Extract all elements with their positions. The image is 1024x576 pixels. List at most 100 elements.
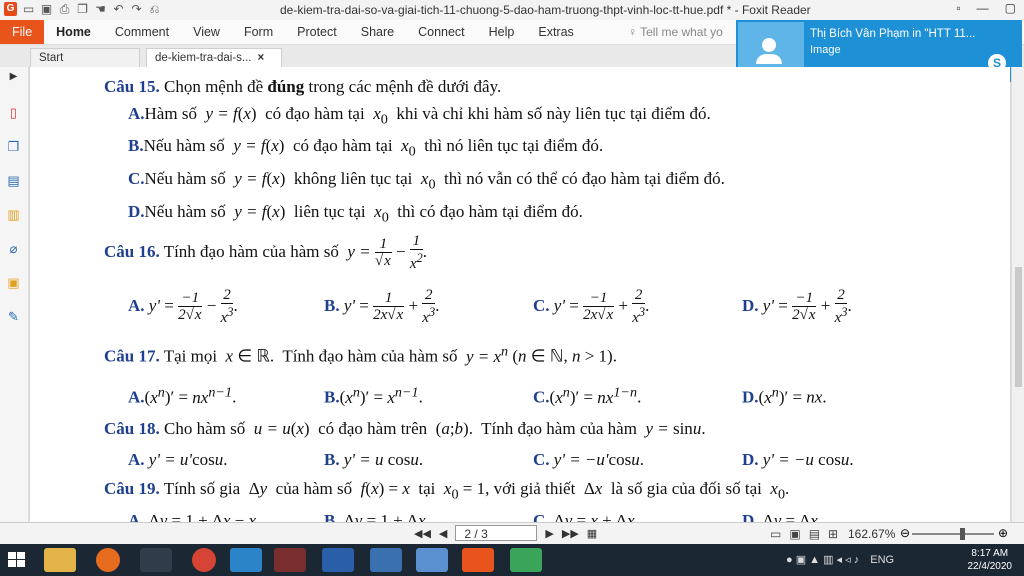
q15-option-d: D.Nếu hàm số y = f(x) liên tục tại x0 th…: [128, 202, 583, 226]
menu-home[interactable]: Home: [44, 20, 103, 44]
print-icon[interactable]: ⎙: [58, 2, 71, 16]
media-icon[interactable]: [140, 548, 172, 572]
q19-option-d: D. Δy = Δx: [742, 511, 818, 522]
paint-icon[interactable]: [416, 548, 448, 572]
page-number-input[interactable]: 2 / 3: [455, 525, 538, 541]
tab-start[interactable]: Start: [30, 48, 140, 67]
tab-document[interactable]: de-kiem-tra-dai-s... ×: [146, 48, 282, 67]
window-title: de-kiem-tra-dai-so-va-giai-tich-11-chuon…: [280, 3, 811, 17]
q16-option-c: C. y' = −1 2x√x + 2 x3.: [533, 287, 650, 326]
q17-option-c: C.(xn)′ = nx1−n.: [533, 384, 642, 407]
next-page-icon[interactable]: ▶: [545, 527, 553, 540]
menu-file[interactable]: File: [0, 20, 45, 44]
system-tray: ● ▣ ▲ ▥ ◂ ◃ ♪ ENG: [786, 553, 894, 566]
stamp-icon[interactable]: ⎌: [148, 2, 161, 16]
save-icon[interactable]: ▣: [40, 2, 53, 16]
q18-option-c: C. y' = −u'cosu.: [533, 450, 644, 469]
word-icon[interactable]: [322, 548, 354, 572]
facing-page-icon[interactable]: ▣: [789, 527, 800, 541]
menu-comment[interactable]: Comment: [103, 20, 181, 44]
q16-option-d: D. y' = −1 2√x + 2 x3.: [742, 287, 852, 326]
question-16: Câu 16. Tính đạo hàm của hàm số y = 1 √x …: [104, 233, 428, 272]
layers-icon[interactable]: ▤: [6, 173, 21, 188]
windows-start-icon[interactable]: [8, 552, 26, 568]
file-explorer-icon[interactable]: [44, 548, 76, 572]
notification-subtitle: Image: [810, 44, 841, 56]
copy-icon[interactable]: ❐: [76, 2, 89, 16]
menu-help[interactable]: Help: [477, 20, 527, 44]
redo-icon[interactable]: ↷: [130, 2, 143, 16]
maximize-icon[interactable]: ▢: [1005, 1, 1016, 15]
q15-option-b: B.Nếu hàm số y = f(x) có đạo hàm tại x0 …: [128, 136, 604, 160]
zoom-level[interactable]: 162.67%: [848, 527, 895, 541]
q19-option-b: B. Δy = 1 + Δx: [324, 511, 426, 522]
pages-icon[interactable]: ❐: [6, 139, 21, 154]
menu-form[interactable]: Form: [232, 20, 285, 44]
page-navigation: ◀◀ ◀ 2 / 3 ▶ ▶▶ ▦: [414, 525, 597, 541]
minimize-icon[interactable]: —: [977, 1, 989, 15]
menu-protect[interactable]: Protect: [285, 20, 349, 44]
undo-icon[interactable]: ↶: [112, 2, 125, 16]
chrome-icon[interactable]: [192, 548, 216, 572]
comments-icon[interactable]: ▥: [6, 207, 21, 222]
clock[interactable]: 8:17 AM 22/4/2020: [968, 547, 1013, 573]
q15-option-a: A.Hàm số y = f(x) có đạo hàm tại x0 khi …: [128, 104, 711, 128]
zoom-slider-knob[interactable]: [960, 528, 965, 540]
title-bar: G ▭ ▣ ⎙ ❐ ☚ ↶ ↷ ⎌ de-kiem-tra-dai-so-va-…: [0, 0, 1024, 21]
firefox-icon[interactable]: [96, 548, 120, 572]
vertical-scrollbar[interactable]: [1011, 67, 1024, 522]
q15-option-c: C.Nếu hàm số y = f(x) không liên tục tại…: [128, 169, 725, 193]
winrar-icon[interactable]: [274, 548, 306, 572]
lock-icon[interactable]: ▣: [6, 275, 21, 290]
question-17: Câu 17. Tại mọi x ∈ ℝ. Tính đạo hàm của …: [104, 343, 617, 366]
status-bar: ◀◀ ◀ 2 / 3 ▶ ▶▶ ▦ ▭ ▣ ▤ ⊞ 162.67% ⊖ ⊕: [0, 522, 1024, 545]
q18-option-d: D. y' = −u cosu.: [742, 450, 854, 469]
signature-icon[interactable]: ✎: [6, 309, 21, 324]
zoom-in-icon[interactable]: ⊕: [998, 526, 1008, 540]
q16-option-a: A. y' = −1 2√x − 2 x3.: [128, 287, 238, 326]
zoom-slider[interactable]: [912, 533, 994, 535]
pdf-page: Câu 15. Chọn mệnh đề đúng trong các mệnh…: [30, 67, 1010, 522]
language-indicator[interactable]: ENG: [870, 554, 894, 566]
fit-width-icon[interactable]: ⊞: [828, 527, 838, 541]
foxit-logo-icon: G: [4, 2, 17, 16]
question-15: Câu 15. Chọn mệnh đề đúng trong các mệnh…: [104, 77, 502, 96]
q18-option-a: A. y' = u'cosu.: [128, 450, 228, 469]
notification-title: Thị Bích Vân Phạm in "HTT 11...: [810, 28, 976, 40]
expand-panel-icon[interactable]: ▶: [6, 69, 21, 84]
q19-option-c: C. Δy = x + Δx: [533, 511, 635, 522]
foxit-taskbar-icon[interactable]: [462, 548, 494, 572]
menu-view[interactable]: View: [181, 20, 232, 44]
attachment-icon[interactable]: ⌀: [6, 241, 21, 256]
window-controls: ▫ — ▢: [956, 1, 1016, 15]
q16-option-b: B. y' = 1 2x√x + 2 x3.: [324, 287, 440, 326]
question-18: Câu 18. Cho hàm số u = u(x) có đạo hàm t…: [104, 419, 706, 438]
visio-icon[interactable]: [370, 548, 402, 572]
q19-options-partial: A. Δy = 1 + Δx − x: [128, 511, 257, 522]
quick-access-toolbar: G ▭ ▣ ⎙ ❐ ☚ ↶ ↷ ⎌: [4, 2, 161, 16]
android-app-icon[interactable]: [510, 548, 542, 572]
menu-extras[interactable]: Extras: [526, 20, 585, 44]
fit-page-icon[interactable]: ▤: [809, 527, 820, 541]
question-19: Câu 19. Tính số gia Δy của hàm số f(x) =…: [104, 479, 790, 503]
q17-option-b: B.(xn)′ = xn−1.: [324, 384, 423, 407]
prev-page-icon[interactable]: ◀: [439, 527, 447, 540]
restore-layout-icon[interactable]: ▫: [956, 1, 960, 15]
bookmark-icon[interactable]: ▯: [6, 105, 21, 120]
zoom-out-icon[interactable]: ⊖: [900, 526, 910, 540]
scrollbar-thumb[interactable]: [1015, 267, 1022, 387]
close-tab-icon[interactable]: ×: [258, 52, 265, 64]
tell-me-search[interactable]: ♀ Tell me what yo: [628, 25, 723, 39]
lightbulb-icon: ♀: [628, 25, 641, 39]
open-icon[interactable]: ▭: [22, 2, 35, 16]
continuous-page-icon[interactable]: ▦: [587, 527, 597, 540]
menu-connect[interactable]: Connect: [406, 20, 477, 44]
tray-icons[interactable]: ● ▣ ▲ ▥ ◂ ◃ ♪: [786, 554, 859, 566]
last-page-icon[interactable]: ▶▶: [562, 527, 579, 540]
hand-icon[interactable]: ☚: [94, 2, 107, 16]
left-nav-panel: ▶ ▯ ❐ ▤ ▥ ⌀ ▣ ✎: [0, 67, 29, 522]
single-page-icon[interactable]: ▭: [770, 527, 781, 541]
menu-share[interactable]: Share: [349, 20, 406, 44]
skype-taskbar-icon[interactable]: [230, 548, 262, 572]
first-page-icon[interactable]: ◀◀: [414, 527, 431, 540]
